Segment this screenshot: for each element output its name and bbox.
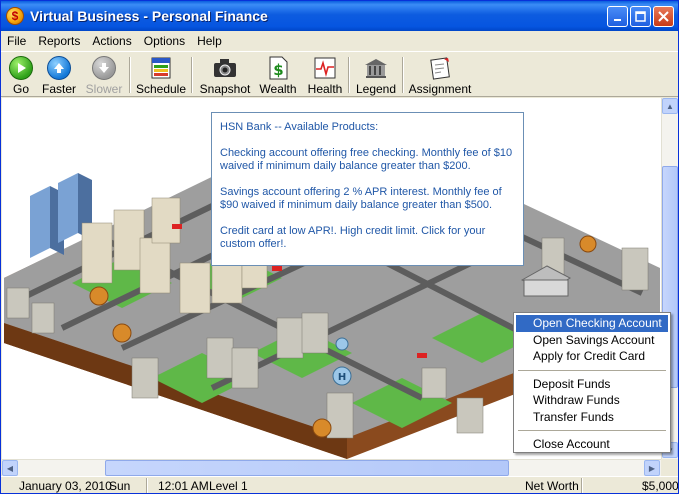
faster-label: Faster (42, 82, 77, 96)
menu-apply-for-credit-card[interactable]: Apply for Credit Card (516, 348, 668, 365)
health-button[interactable]: Health (306, 55, 344, 97)
wealth-label: Wealth (259, 82, 297, 96)
play-icon (9, 56, 33, 80)
legend-button[interactable]: Legend (356, 55, 396, 97)
toolbar-separator (129, 57, 131, 93)
status-time: 12:01 AM (158, 479, 209, 493)
slower-button[interactable]: Slower (86, 55, 122, 97)
go-label: Go (12, 82, 29, 96)
dollar-document-icon: $ (265, 55, 291, 81)
snapshot-label: Snapshot (199, 82, 251, 96)
status-day: Sun (109, 479, 131, 493)
tooltip-savings-text: Savings account offering 2 % APR interes… (220, 186, 502, 211)
tooltip-heading: HSN Bank -- Available Products: (220, 121, 379, 133)
assignment-icon (427, 55, 453, 81)
window-controls (607, 6, 674, 27)
schedule-button[interactable]: Schedule (135, 55, 187, 97)
health-label: Health (307, 82, 343, 96)
toolbar-separator (348, 57, 350, 93)
status-bar: January 03, 2010 Sun 12:01 AM Level 1 Ne… (1, 476, 679, 493)
menu-file[interactable]: File (1, 34, 32, 48)
up-arrow-icon: ▲ (666, 101, 674, 111)
net-worth-value: $5,000 (642, 479, 679, 493)
assignment-button[interactable]: Assignment (408, 55, 472, 97)
status-level: Level 1 (209, 479, 248, 493)
net-worth-label: Net Worth (525, 479, 579, 493)
horizontal-scroll-thumb[interactable] (105, 460, 509, 476)
menu-separator (518, 430, 666, 431)
maximize-button[interactable] (630, 6, 651, 27)
faster-button[interactable]: Faster (42, 55, 76, 97)
heart-monitor-icon (312, 55, 338, 81)
up-arrow-icon (47, 56, 71, 80)
down-arrow-icon (92, 56, 116, 80)
menu-actions[interactable]: Actions (86, 34, 137, 48)
right-arrow-icon: ▶ (648, 463, 656, 473)
toolbar: Go Faster Slower Schedule Snapshot $ Wea… (1, 51, 678, 97)
status-date: January 03, 2010 (19, 479, 112, 493)
app-icon[interactable]: $ (6, 7, 24, 25)
minimize-button[interactable] (607, 6, 628, 27)
minimize-icon (613, 18, 621, 21)
status-separator (146, 478, 148, 493)
schedule-label: Schedule (135, 82, 187, 96)
maximize-icon (635, 11, 646, 22)
menu-open-savings-account[interactable]: Open Savings Account (516, 332, 668, 349)
horizontal-scrollbar[interactable]: ◀ ▶ (2, 459, 661, 476)
scroll-left-button[interactable]: ◀ (2, 460, 18, 476)
tooltip-checking-text: Checking account offering free checking.… (220, 147, 513, 172)
left-arrow-icon: ◀ (6, 463, 14, 473)
menu-deposit-funds[interactable]: Deposit Funds (516, 376, 668, 393)
scroll-right-button[interactable]: ▶ (644, 460, 660, 476)
go-button[interactable]: Go (7, 55, 35, 97)
title-bar[interactable]: $ Virtual Business - Personal Finance (1, 1, 678, 31)
toolbar-separator (402, 57, 404, 93)
close-button[interactable] (653, 6, 674, 27)
toolbar-separator (191, 57, 193, 93)
wealth-button[interactable]: $ Wealth (258, 55, 298, 97)
tooltip-credit-text: Credit card at low APR!. High credit lim… (220, 225, 486, 250)
bank-products-tooltip: HSN Bank -- Available Products: Checking… (211, 112, 524, 266)
menu-options[interactable]: Options (138, 34, 191, 48)
close-icon (658, 11, 669, 22)
menu-transfer-funds[interactable]: Transfer Funds (516, 409, 668, 426)
assignment-label: Assignment (408, 82, 472, 96)
menu-open-checking-account[interactable]: Open Checking Account (516, 315, 668, 332)
scroll-up-button[interactable]: ▲ (662, 98, 678, 114)
legend-icon (363, 55, 389, 81)
menu-separator (518, 369, 666, 371)
calendar-icon (148, 55, 174, 81)
menu-bar: File Reports Actions Options Help (1, 31, 678, 50)
pin-letter: H (338, 372, 346, 383)
menu-withdraw-funds[interactable]: Withdraw Funds (516, 392, 668, 409)
window-title: Virtual Business - Personal Finance (30, 8, 268, 24)
slower-label: Slower (85, 82, 123, 96)
menu-close-account[interactable]: Close Account (516, 436, 668, 453)
svg-text:$: $ (273, 61, 283, 79)
bank-context-menu: Open Checking Account Open Savings Accou… (513, 312, 671, 453)
camera-icon (212, 55, 238, 81)
menu-help[interactable]: Help (191, 34, 228, 48)
status-separator (581, 478, 583, 493)
app-window: $ Virtual Business - Personal Finance Fi… (0, 0, 679, 494)
snapshot-button[interactable]: Snapshot (200, 55, 250, 97)
menu-reports[interactable]: Reports (32, 34, 86, 48)
legend-label: Legend (355, 82, 397, 96)
